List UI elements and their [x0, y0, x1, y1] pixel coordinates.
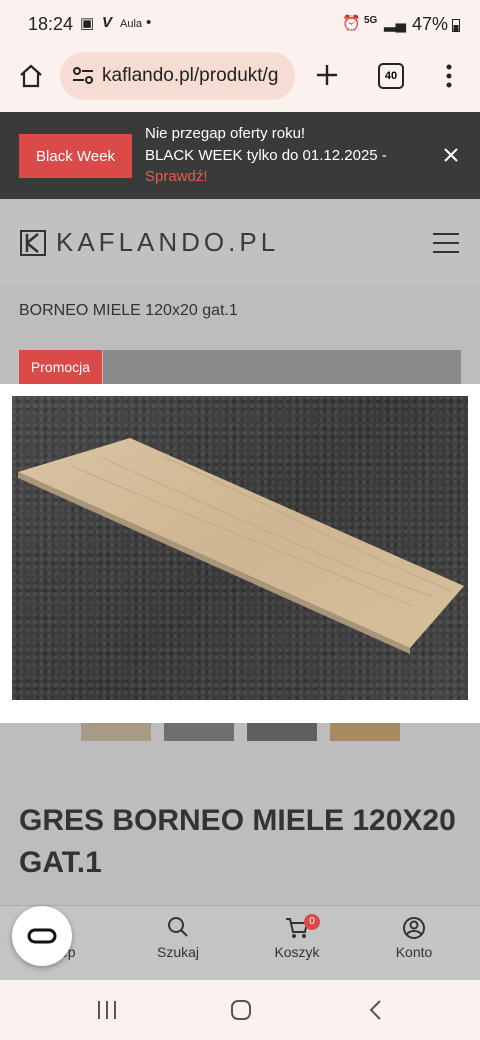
floating-chat-button[interactable]	[12, 906, 72, 966]
app-v-icon: V	[102, 14, 113, 31]
network-label: 5G	[364, 15, 378, 26]
thumbnail-1[interactable]	[81, 723, 151, 741]
app-aula-icon: Aula	[120, 18, 143, 30]
close-icon[interactable]	[444, 148, 458, 162]
infinity-icon	[27, 928, 57, 944]
more-menu-icon[interactable]	[444, 64, 454, 88]
system-nav-bar	[0, 980, 480, 1040]
image-lightbox[interactable]	[0, 384, 480, 723]
gallery-icon: ▣	[80, 15, 95, 32]
product-image-area	[103, 350, 461, 384]
status-bar: 18:24 ▣ V Aula • ⏰ 5G ▂▄ 47%	[0, 0, 480, 50]
thumbnail-2[interactable]	[164, 723, 234, 741]
account-icon	[403, 917, 425, 939]
banner-line-2: BLACK WEEK tylko do 01.12.2025 -	[145, 147, 387, 164]
new-tab-icon[interactable]	[316, 64, 338, 86]
nav-label-account: Konto	[395, 944, 433, 960]
back-icon[interactable]	[368, 999, 382, 1021]
address-bar[interactable]: kaflando.pl/produkt/g	[60, 52, 295, 100]
dot-icon: •	[146, 14, 152, 31]
url-text[interactable]: kaflando.pl/produkt/g	[102, 65, 278, 87]
nav-item-account[interactable]: Konto	[369, 916, 459, 960]
black-week-button[interactable]: Black Week	[19, 134, 132, 178]
status-time: 18:24	[28, 14, 74, 34]
nav-item-search[interactable]: Szukaj	[133, 916, 223, 960]
tab-switcher-button[interactable]: 40	[378, 63, 404, 89]
promo-badge: Promocja	[19, 350, 102, 384]
home-button-icon[interactable]	[230, 999, 252, 1021]
recent-apps-icon[interactable]	[96, 1000, 118, 1020]
logo-mark-icon[interactable]	[20, 230, 46, 256]
breadcrumb-cut	[19, 285, 419, 293]
nav-label-search: Szukaj	[156, 944, 200, 960]
thumbnail-3[interactable]	[247, 723, 317, 741]
signal-icon: ▂▄	[384, 15, 407, 32]
logo-text[interactable]: KAFLANDO.PL	[56, 227, 279, 258]
bottom-nav: ⌂ Sklep Szukaj 0 Koszyk Konto	[0, 905, 480, 981]
search-icon	[168, 917, 188, 937]
home-icon[interactable]	[18, 64, 44, 88]
nav-item-cart[interactable]: 0 Koszyk	[252, 914, 342, 960]
product-title: GRES BORNEO MIELE 120X20 GAT.1	[19, 804, 456, 879]
product-photo[interactable]	[12, 396, 468, 700]
banner-line-1: Nie przegap oferty roku!	[145, 125, 306, 142]
site-header: KAFLANDO.PL	[0, 199, 480, 285]
nav-label-cart: Koszyk	[274, 944, 320, 960]
tile-plank-image	[18, 438, 464, 654]
battery-icon	[452, 19, 460, 32]
promo-banner: Black Week Nie przegap oferty roku! BLAC…	[0, 112, 480, 199]
breadcrumb: BORNEO MIELE 120x20 gat.1	[19, 302, 238, 319]
thumbnail-4[interactable]	[330, 723, 400, 741]
site-settings-icon[interactable]	[72, 67, 94, 85]
browser-toolbar: kaflando.pl/produkt/g 40	[0, 50, 480, 112]
banner-cta-link[interactable]: Sprawdź!	[145, 168, 208, 185]
menu-icon[interactable]	[433, 233, 459, 253]
alarm-icon: ⏰	[342, 15, 361, 32]
cart-badge: 0	[304, 914, 320, 930]
battery-level: 47%	[411, 14, 448, 34]
